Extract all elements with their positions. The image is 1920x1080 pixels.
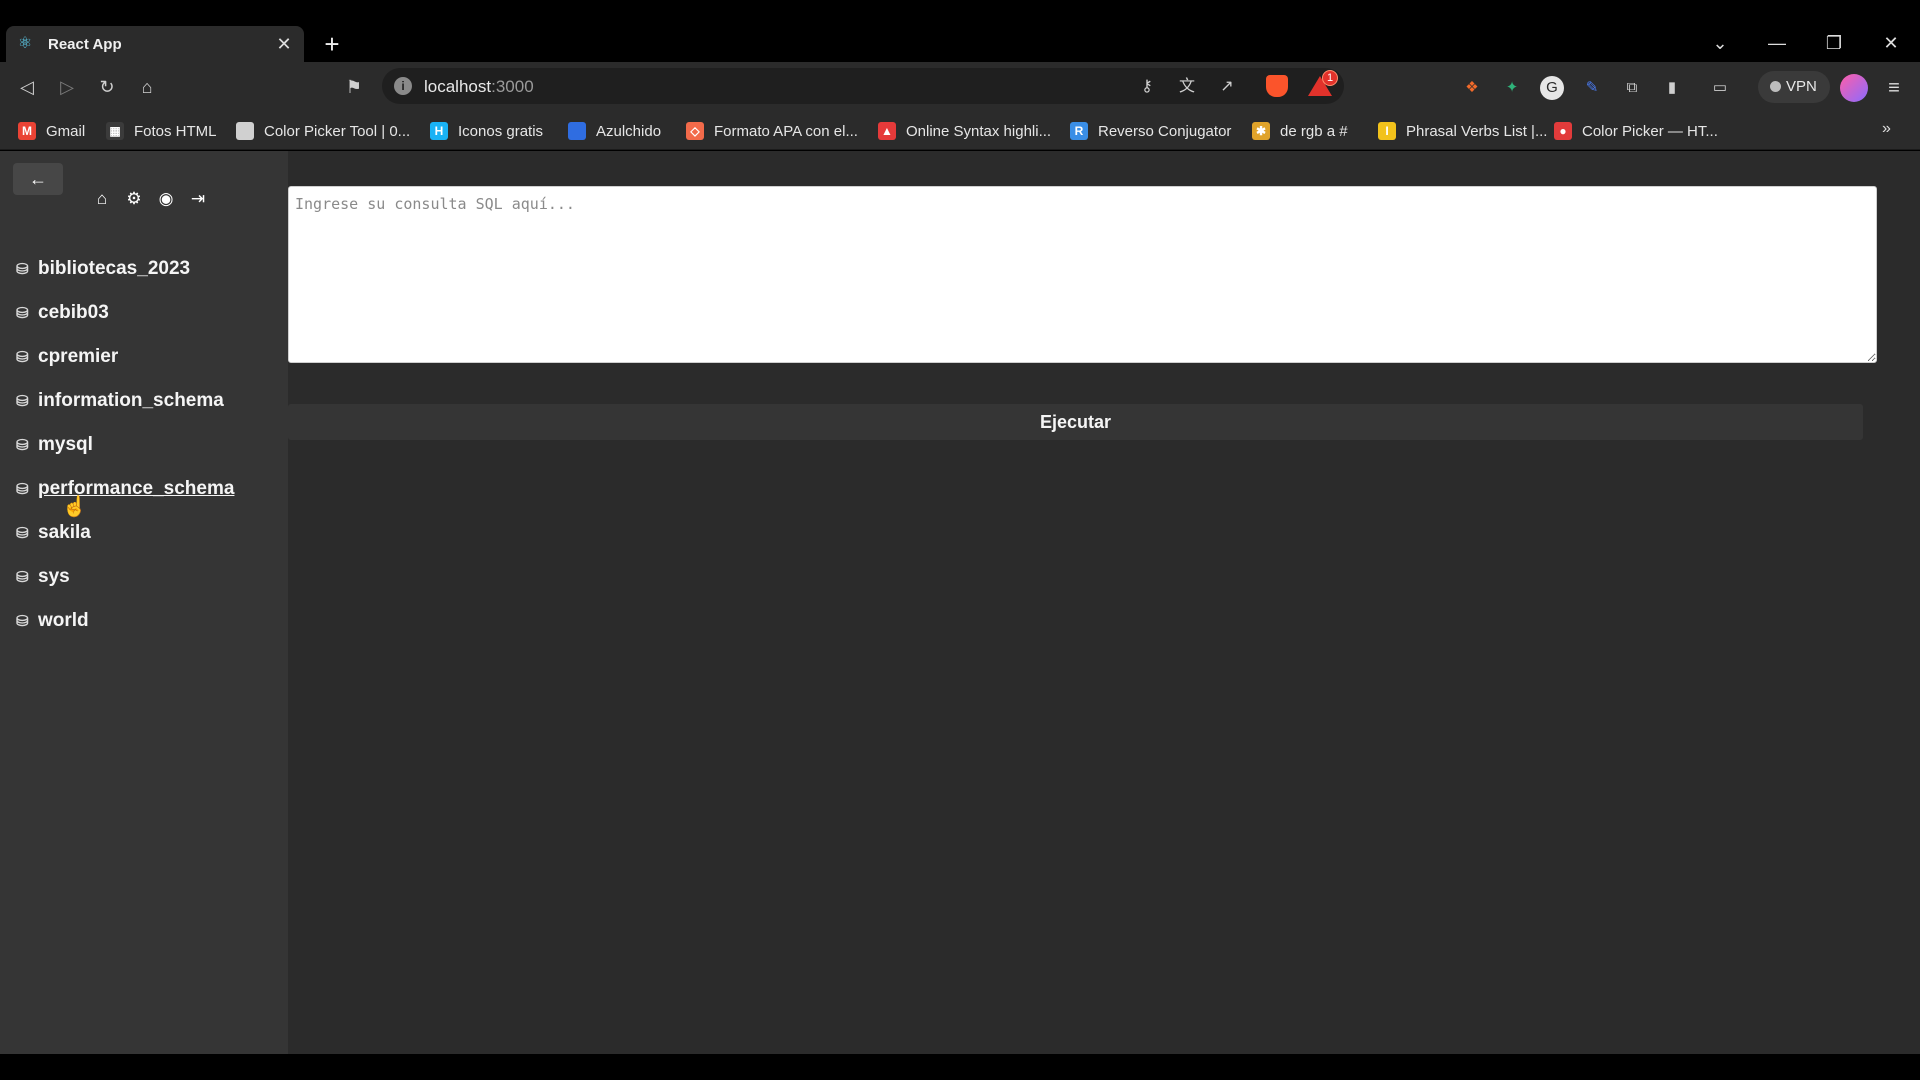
react-icon: ⚛ (17, 35, 33, 52)
database-item[interactable]: ⛁ mysql (16, 423, 234, 467)
bookmark-item[interactable]: M Gmail (18, 120, 85, 142)
bookmark-item[interactable]: ✱ de rgb a # (1252, 120, 1348, 142)
database-item[interactable]: ⛁ cpremier (16, 335, 234, 379)
bookmark-item[interactable]: Color Picker Tool | 0... (236, 120, 410, 142)
sql-query-input[interactable] (288, 186, 1877, 363)
bookmark-item[interactable]: I Phrasal Verbs List |... (1378, 120, 1547, 142)
sidebar: ← ⌂ ⚙ ◉ ⇥ ⛁ bibliotecas_2023 ⛁ cebib03 ⛁ cp… (0, 151, 288, 1054)
forward-icon[interactable]: ▷ (52, 72, 82, 102)
bookmark-favicon-icon: ✱ (1252, 122, 1270, 140)
database-item[interactable]: ⛁ performance_schema (16, 467, 234, 511)
bookmark-favicon-icon: R (1070, 122, 1088, 140)
database-icon: ⛁ (16, 569, 29, 586)
rewards-badge: 1 (1322, 70, 1338, 86)
bookmarks-bar: M Gmail ▦ Fotos HTML Color Picker Tool | 0… (0, 112, 1920, 150)
bookmark-favicon-icon: M (18, 122, 36, 140)
bookmark-favicon-icon: ▲ (878, 122, 896, 140)
database-icon: ⛁ (16, 525, 29, 542)
logout-icon[interactable]: ⇥ (188, 189, 208, 209)
brave-shields-icon[interactable] (1266, 75, 1288, 97)
bookmark-favicon-icon: ● (1554, 122, 1572, 140)
new-tab-button[interactable]: + (318, 30, 346, 58)
home-icon[interactable]: ⌂ (92, 189, 112, 209)
menu-icon[interactable]: ≡ (1880, 74, 1908, 102)
bookmark-favicon-icon (236, 122, 254, 140)
browser-toolbar: ◁ ▷ ↻ ⌂ ⚑ i localhost:3000 ⚷ 文 ↗ 1 ❖ ✦ G… (0, 62, 1920, 112)
translate-icon[interactable]: 文 (1174, 74, 1200, 100)
bookmark-favicon-icon: I (1378, 122, 1396, 140)
bookmark-item[interactable]: R Reverso Conjugator (1070, 120, 1231, 142)
profile-avatar[interactable] (1840, 74, 1868, 102)
database-item[interactable]: ⛁ sys (16, 555, 234, 599)
extension-layers-icon[interactable]: ❖ (1460, 76, 1484, 100)
collapse-sidebar-button[interactable]: ← (13, 163, 63, 195)
database-icon: ⛁ (16, 481, 29, 498)
database-icon: ⛁ (16, 305, 29, 322)
restore-icon[interactable]: ❐ (1814, 28, 1854, 58)
page-viewport: ← ⌂ ⚙ ◉ ⇥ ⛁ bibliotecas_2023 ⛁ cebib03 ⛁ cp… (0, 151, 1920, 1054)
gear-icon[interactable]: ⚙ (124, 189, 144, 209)
extensions-icon[interactable]: ⧉ (1620, 76, 1644, 100)
database-icon: ⛁ (16, 613, 29, 630)
history-icon[interactable]: ◉ (156, 189, 176, 209)
tab-title: React App (48, 35, 122, 53)
database-icon: ⛁ (16, 261, 29, 278)
site-info-icon[interactable]: i (394, 77, 412, 95)
bookmark-favicon-icon: H (430, 122, 448, 140)
bookmark-favicon-icon: ◇ (686, 122, 704, 140)
bookmark-item[interactable]: ▲ Online Syntax highli... (878, 120, 1051, 142)
home-icon[interactable]: ⌂ (132, 72, 162, 102)
address-url: localhost:3000 (424, 77, 534, 96)
browser-window: ⚛ React App ✕ + ⌄ — ❐ ✕ ◁ ▷ ↻ ⌂ ⚑ i loca… (0, 0, 1920, 1080)
sidebar-nav-icons: ⌂ ⚙ ◉ ⇥ (92, 189, 208, 209)
minimize-icon[interactable]: — (1757, 28, 1797, 58)
sidebar-toggle-icon[interactable]: ▮ (1660, 76, 1684, 100)
address-bar[interactable]: i localhost:3000 ⚷ 文 ↗ 1 (382, 68, 1344, 104)
database-icon: ⛁ (16, 393, 29, 410)
back-icon[interactable]: ◁ (12, 72, 42, 102)
reload-icon[interactable]: ↻ (92, 72, 122, 102)
bookmark-favicon-icon (568, 122, 586, 140)
hand-cursor-icon: ☝ (62, 496, 87, 518)
vpn-button[interactable]: VPN (1758, 71, 1830, 103)
tab-strip: ⚛ React App ✕ + ⌄ — ❐ ✕ (0, 0, 1920, 62)
database-item[interactable]: ⛁ world (16, 599, 234, 643)
bookmark-item[interactable]: ▦ Fotos HTML (106, 120, 217, 142)
database-item[interactable]: ⛁ bibliotecas_2023 (16, 247, 234, 291)
bookmark-icon[interactable]: ⚑ (339, 72, 369, 102)
bookmark-favicon-icon: ▦ (106, 122, 124, 140)
bookmark-item[interactable]: H Iconos gratis (430, 120, 543, 142)
extension-pen-icon[interactable]: ✎ (1580, 76, 1604, 100)
bookmark-item[interactable]: ◇ Formato APA con el... (686, 120, 858, 142)
brave-rewards-icon[interactable]: 1 (1308, 70, 1338, 96)
query-panel: Ejecutar (288, 151, 1920, 1054)
database-item[interactable]: ⛁ sakila (16, 511, 234, 555)
bookmark-item[interactable]: ● Color Picker — HT... (1554, 120, 1718, 142)
share-icon[interactable]: ↗ (1214, 74, 1240, 100)
extension-grammar-icon[interactable]: G (1540, 76, 1564, 100)
database-icon: ⛁ (16, 349, 29, 366)
extension-puzzle-color-icon[interactable]: ✦ (1500, 76, 1524, 100)
database-item[interactable]: ⛁ cebib03 (16, 291, 234, 335)
tab-close-icon[interactable]: ✕ (274, 34, 294, 54)
bookmark-item[interactable]: Azulchido (568, 120, 661, 142)
database-icon: ⛁ (16, 437, 29, 454)
tab-react-app[interactable]: ⚛ React App ✕ (6, 26, 304, 62)
database-list: ⛁ bibliotecas_2023 ⛁ cebib03 ⛁ cpremier ⛁ in… (16, 247, 234, 643)
vpn-status-icon (1770, 81, 1781, 92)
execute-button[interactable]: Ejecutar (288, 404, 1863, 440)
wallet-icon[interactable]: ▭ (1708, 76, 1732, 100)
key-icon[interactable]: ⚷ (1134, 74, 1160, 100)
database-item[interactable]: ⛁ information_schema (16, 379, 234, 423)
bookmarks-overflow-icon[interactable]: » (1882, 120, 1891, 138)
tab-search-icon[interactable]: ⌄ (1700, 28, 1740, 58)
window-close-icon[interactable]: ✕ (1871, 28, 1911, 58)
